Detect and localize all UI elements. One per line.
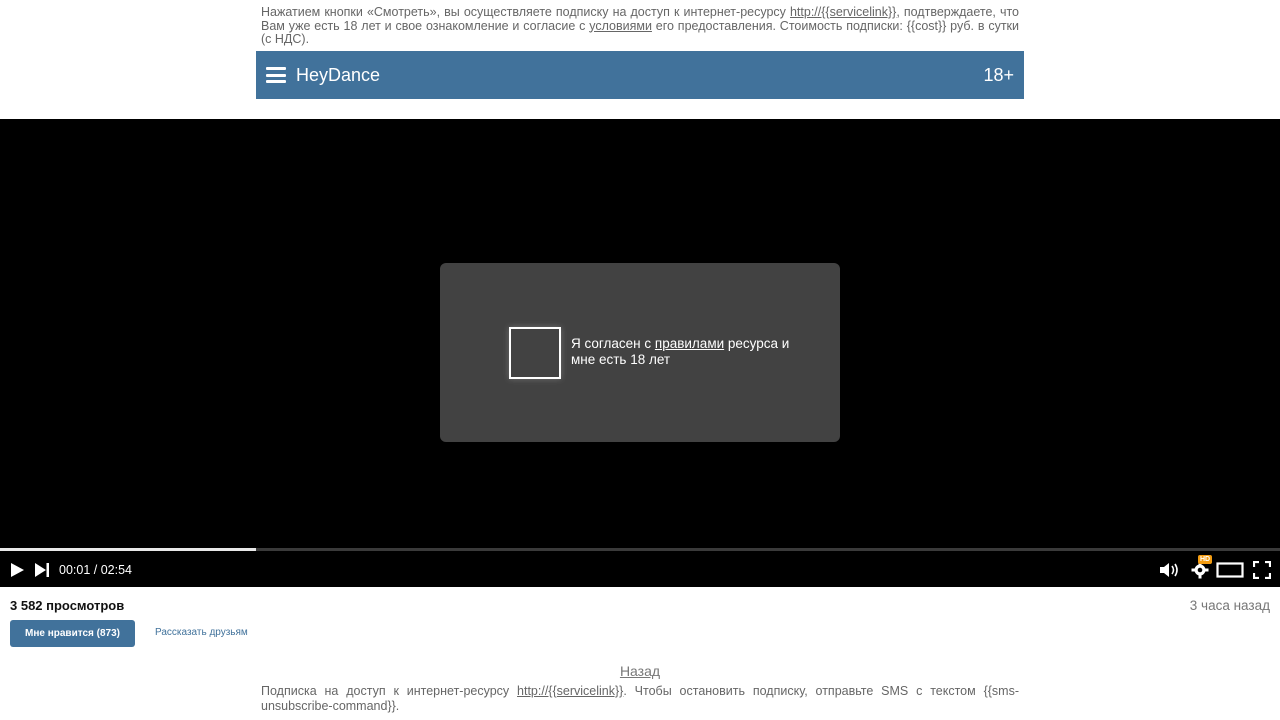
back-link[interactable]: Назад (620, 663, 660, 679)
player-controls: 00:01 / 02:54 HD (0, 555, 1280, 583)
footer-note: Подписка на доступ к интернет-ресурсу ht… (261, 684, 1019, 714)
consent-text: Я согласен с (571, 336, 655, 351)
terms-link[interactable]: условиями (589, 19, 652, 33)
posted-time: 3 часа назад (1189, 598, 1270, 613)
play-button[interactable] (6, 557, 28, 583)
footer-service-link[interactable]: http://{{servicelink}} (517, 684, 623, 698)
play-icon (11, 563, 24, 577)
video-player[interactable]: Я согласен с правилами ресурса и мне ест… (0, 119, 1280, 587)
site-header: HeyDance 18+ (256, 51, 1024, 99)
progress-fill (0, 548, 256, 551)
next-icon (35, 563, 49, 577)
fullscreen-button[interactable] (1251, 557, 1273, 583)
theater-mode-button[interactable] (1215, 557, 1245, 583)
menu-icon[interactable] (266, 67, 286, 83)
footer-text: Подписка на доступ к интернет-ресурсу (261, 684, 518, 698)
fullscreen-icon (1253, 561, 1271, 579)
age-rating-badge: 18+ (983, 65, 1014, 85)
subscription-disclaimer: Нажатием кнопки «Смотреть», вы осуществл… (261, 5, 1019, 47)
time-display: 00:01 / 02:54 (59, 563, 132, 577)
consent-checkbox[interactable] (509, 327, 561, 379)
next-button[interactable] (31, 557, 53, 583)
site-brand[interactable]: HeyDance (296, 65, 380, 85)
settings-button[interactable]: HD (1188, 555, 1213, 583)
rules-link[interactable]: правилами (655, 336, 724, 351)
disclaimer-text: Нажатием кнопки «Смотреть», вы осуществл… (261, 5, 790, 19)
view-count: 3 582 просмотров (10, 598, 125, 613)
volume-button[interactable] (1158, 557, 1182, 583)
hd-badge: HD (1198, 555, 1213, 564)
volume-icon (1160, 563, 1178, 577)
consent-overlay: Я согласен с правилами ресурса и мне ест… (440, 263, 840, 442)
share-link[interactable]: Рассказать друзьям (155, 627, 248, 638)
back-container: Назад (0, 663, 1280, 679)
like-button[interactable]: Мне нравится (873) (10, 620, 135, 647)
theater-mode-icon (1216, 562, 1244, 578)
progress-bar[interactable] (0, 548, 1280, 551)
consent-label: Я согласен с правилами ресурса и мне ест… (571, 336, 801, 368)
service-link[interactable]: http://{{servicelink}} (790, 5, 896, 19)
